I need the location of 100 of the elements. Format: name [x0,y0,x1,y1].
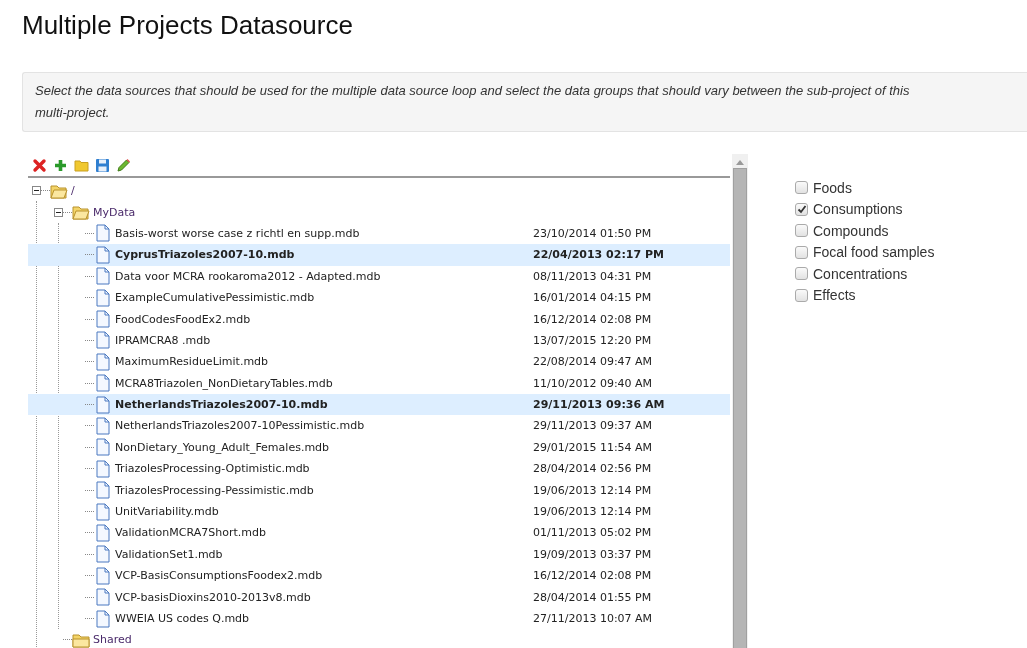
file-icon [94,438,112,457]
checkbox[interactable] [795,288,808,302]
modified-date: 27/11/2013 10:07 AM [533,612,653,625]
data-group-label: Compounds [813,222,889,239]
modified-date: 23/10/2014 01:50 PM [533,226,652,240]
modified-date: 29/11/2013 09:36 AM [533,398,665,412]
folder-icon[interactable] [74,158,89,173]
file-icon [94,545,112,564]
file-icon [94,502,112,521]
pencil-icon[interactable] [116,158,131,173]
folder-row[interactable]: MyData [28,201,730,223]
data-group-label: Focal food samples [813,244,935,261]
modified-date: 29/01/2015 11:54 AM [533,440,653,454]
file-icon [94,459,112,478]
file-name: MaximumResidueLimit.mdb [115,355,269,369]
file-row[interactable]: VCP-BasisConsumptionsFoodex2.mdb 16/12/2014 02:08 PM [28,565,730,587]
page-title: Multiple Projects Datasource [21,9,354,42]
modified-date: 29/11/2013 09:37 AM [533,419,653,433]
file-icon [94,331,112,350]
file-icon [94,566,112,585]
collapse-icon[interactable] [32,186,41,196]
checkbox[interactable] [795,267,808,281]
file-name: UnitVariability.mdb [115,505,219,519]
file-row[interactable]: NonDietary_Young_Adult_Females.mdb 29/01/2015 11:54 AM [28,436,730,459]
modified-date: 11/10/2012 09:40 AM [533,376,653,390]
file-row[interactable]: NetherlandsTriazoles2007-10.mdb 29/11/2013 09:36 AM [28,393,730,416]
description-panel: Select the data sources that should be used for the multiple data source loop and select the data groups that should vary between the sub-project of this multi-project. [22,72,1027,132]
modified-date: 22/08/2014 09:47 AM [533,355,653,369]
file-row[interactable]: MCRA8Triazolen_NonDietaryTables.mdb 11/10/2012 09:40 AM [28,372,730,394]
file-row[interactable]: Basis-worst worse case z richtl en supp.mdb 23/10/2014 01:50 PM [28,222,730,245]
file-row[interactable]: TriazolesProcessing-Optimistic.mdb 28/04/2014 02:56 PM [28,458,730,480]
add-icon[interactable] [53,158,68,173]
file-name: Data voor MCRA rookaroma2012 - Adapted.mdb [115,269,381,283]
open-folder-icon [72,203,90,222]
file-name: NetherlandsTriazoles2007-10Pessimistic.mdb [115,419,365,433]
folder-row[interactable]: Shared [28,629,730,648]
checkbox[interactable] [795,224,808,238]
file-row[interactable]: ValidationSet1.mdb 19/09/2013 03:37 PM [28,543,730,566]
file-icon [94,288,112,307]
file-icon [94,310,112,329]
file-icon [94,417,112,435]
file-icon [94,588,112,607]
modified-date: 19/09/2013 03:37 PM [533,547,652,561]
checkbox[interactable] [795,245,808,259]
file-row[interactable]: IPRAMCRA8 .mdb 13/07/2015 12:20 PM [28,329,730,352]
file-icon [94,523,112,542]
modified-date: 13/07/2015 12:20 PM [533,333,652,347]
modified-date: 28/04/2014 01:55 PM [533,590,652,604]
file-name: WWEIA US codes Q.mdb [115,612,250,625]
file-row[interactable]: VCP-basisDioxins2010-2013v8.mdb 28/04/2014 01:55 PM [28,586,730,608]
file-row[interactable]: Data voor MCRA rookaroma2012 - Adapted.mdb 08/11/2013 04:31 PM [28,265,730,287]
modified-date: 16/01/2014 04:15 PM [533,291,652,305]
delete-icon[interactable] [32,158,47,173]
file-name: VCP-basisDioxins2010-2013v8.mdb [115,590,311,604]
file-name: FoodCodesFoodEx2.mdb [115,312,251,326]
file-icon [94,481,112,500]
file-name: Basis-worst worse case z richtl en supp.mdb [115,226,360,240]
file-row[interactable]: ValidationMCRA7Short.mdb 01/11/2013 05:02 PM [28,522,730,544]
file-row[interactable]: MaximumResidueLimit.mdb 22/08/2014 09:47 AM [28,351,730,373]
file-icon [94,224,112,243]
file-row[interactable]: FoodCodesFoodEx2.mdb 16/12/2014 02:08 PM [28,308,730,330]
modified-date: 19/06/2013 12:14 PM [533,483,652,497]
file-row[interactable]: NetherlandsTriazoles2007-10Pessimistic.mdb 29/11/2013 09:37 AM [28,415,730,437]
file-name: TriazolesProcessing-Pessimistic.mdb [115,483,314,497]
checkbox[interactable] [795,202,808,216]
modified-date: 01/11/2013 05:02 PM [533,526,652,540]
scrollbar[interactable] [732,154,748,648]
file-name: ValidationSet1.mdb [115,547,223,561]
file-icon [94,245,112,264]
save-icon[interactable] [95,158,110,173]
file-row[interactable]: WWEIA US codes Q.mdb 27/11/2013 10:07 AM [28,607,730,630]
file-name: NetherlandsTriazoles2007-10.mdb [115,398,328,412]
file-row[interactable]: ExampleCumulativePessimistic.mdb 16/01/2014 04:15 PM [28,286,730,309]
file-row[interactable]: UnitVariability.mdb 19/06/2013 12:14 PM [28,500,730,523]
file-row[interactable]: CyprusTriazoles2007-10.mdb 22/04/2013 02:17 PM [28,244,730,266]
folder-name: MyData [93,205,136,219]
file-name: ValidationMCRA7Short.mdb [115,526,266,540]
checkbox[interactable] [795,181,808,195]
file-name: MCRA8Triazolen_NonDietaryTables.mdb [115,376,333,390]
file-name: IPRAMCRA8 .mdb [115,333,211,347]
file-row[interactable]: TriazolesProcessing-Pessimistic.mdb 19/06/2013 12:14 PM [28,479,730,501]
modified-date: 22/04/2013 02:17 PM [533,248,664,262]
file-name: NonDietary_Young_Adult_Females.mdb [115,440,330,454]
file-icon [94,609,112,628]
file-icon [94,267,112,286]
file-name: VCP-BasisConsumptionsFoodex2.mdb [115,569,323,583]
scroll-up-icon[interactable] [735,158,745,166]
data-group-label: Consumptions [813,201,903,218]
data-group-label: Effects [813,287,856,304]
file-name: TriazolesProcessing-Optimistic.mdb [115,462,310,476]
folder-row[interactable]: / [28,180,730,202]
file-icon [94,352,112,371]
file-name: CyprusTriazoles2007-10.mdb [115,248,295,262]
file-icon [94,374,112,393]
modified-date: 19/06/2013 12:14 PM [533,505,652,519]
modified-date: 08/11/2013 04:31 PM [533,269,652,283]
collapse-icon[interactable] [54,207,63,217]
data-group-label: Concentrations [813,265,908,282]
file-name: ExampleCumulativePessimistic.mdb [115,291,315,305]
modified-date: 28/04/2014 02:56 PM [533,462,652,476]
